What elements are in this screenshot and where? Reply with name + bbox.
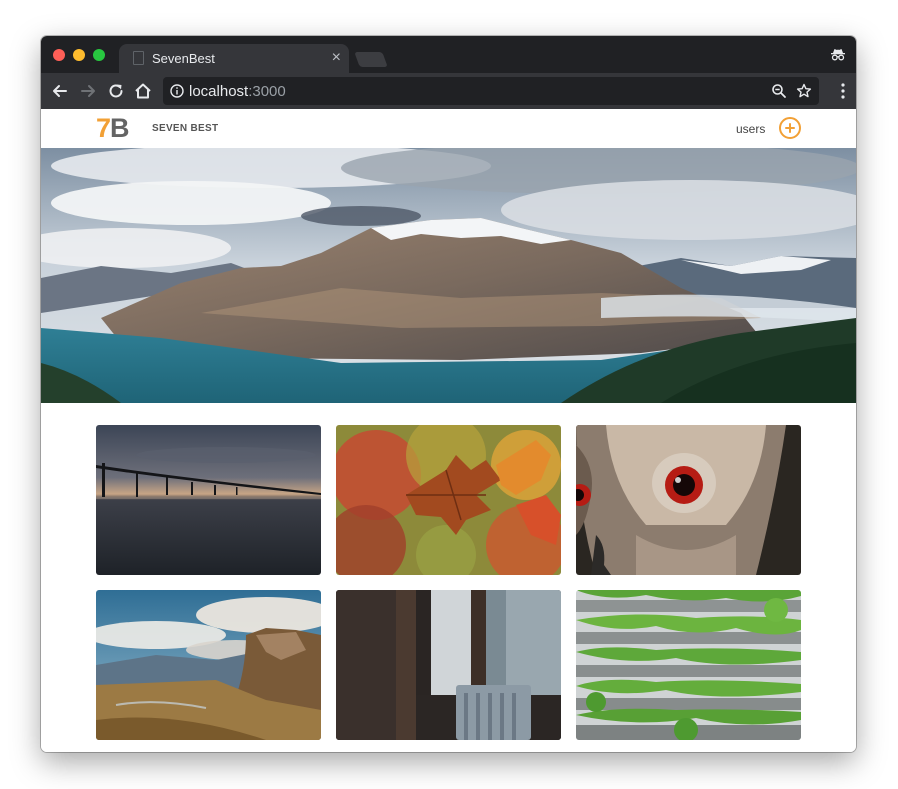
hero-image (41, 148, 856, 403)
forward-arrow-icon[interactable] (78, 81, 98, 101)
tab-title: SevenBest (152, 51, 215, 66)
address-bar[interactable]: localhost:3000 (163, 77, 819, 105)
gallery-image-autumn-leaf[interactable] (336, 425, 561, 575)
document-icon (133, 51, 144, 65)
tab-strip: SevenBest × (41, 36, 856, 73)
gallery-image-mountain-valley[interactable] (96, 590, 321, 740)
gallery-image-window-chair[interactable] (336, 590, 561, 740)
url-text: localhost:3000 (189, 83, 286, 100)
maximize-window-button[interactable] (93, 49, 105, 61)
nav-link-users[interactable]: users (736, 122, 765, 136)
logo-b: B (110, 113, 129, 143)
site-logo[interactable]: 7B (96, 113, 130, 143)
tab-close-icon[interactable]: × (332, 48, 341, 68)
bookmark-star-icon[interactable] (796, 83, 812, 99)
gallery-image-owl[interactable] (576, 425, 801, 575)
reload-icon[interactable] (106, 81, 126, 101)
brand-name[interactable]: SEVEN BEST (152, 123, 218, 134)
info-icon[interactable] (170, 84, 184, 98)
web-page: 7B SEVEN BEST users (41, 109, 856, 752)
plus-circle-icon[interactable] (779, 117, 801, 139)
home-icon[interactable] (133, 81, 153, 101)
back-arrow-icon[interactable] (50, 81, 70, 101)
logo-seven: 7 (96, 113, 111, 143)
url-host: localhost (189, 83, 249, 100)
zoom-out-icon[interactable] (771, 83, 787, 99)
minimize-window-button[interactable] (73, 49, 85, 61)
kebab-menu-icon[interactable] (841, 83, 845, 99)
url-port: :3000 (248, 83, 286, 100)
browser-toolbar: localhost:3000 (41, 73, 856, 109)
site-navbar: 7B SEVEN BEST users (41, 109, 856, 148)
gallery-image-green-building[interactable] (576, 590, 801, 740)
close-window-button[interactable] (53, 49, 65, 61)
incognito-icon (831, 49, 845, 61)
new-tab-button[interactable] (354, 52, 388, 67)
gallery-image-bridge[interactable] (96, 425, 321, 575)
browser-window: SevenBest × localhost:3000 7B SEVEN BEST… (41, 36, 856, 752)
browser-tab-active[interactable]: SevenBest × (119, 44, 349, 73)
